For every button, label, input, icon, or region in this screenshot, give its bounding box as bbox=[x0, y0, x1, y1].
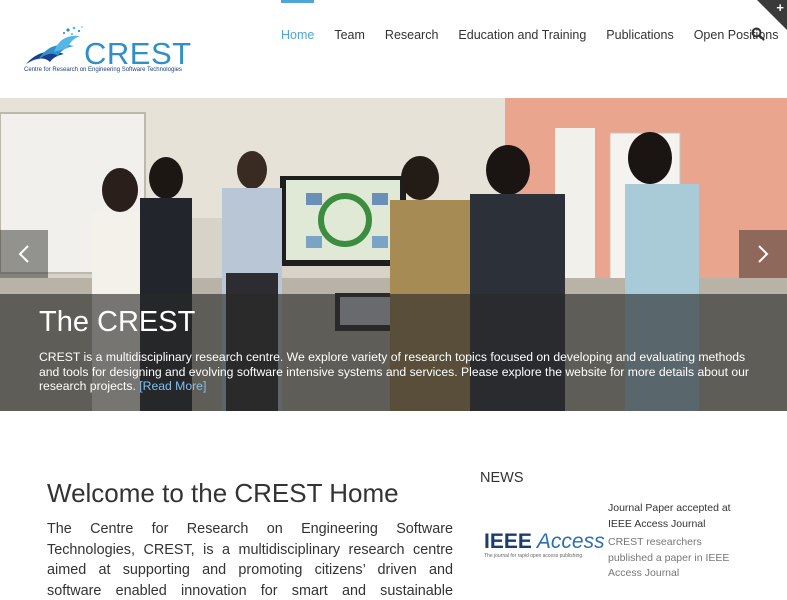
chevron-left-icon bbox=[18, 245, 29, 263]
ieee-access-brand: IEEE bbox=[484, 530, 532, 553]
slider-next-button[interactable] bbox=[739, 230, 787, 278]
slide-text: CREST is a multidisciplinary research ce… bbox=[39, 350, 751, 394]
hero-slider: The CREST CREST is a multidisciplinary r… bbox=[0, 98, 787, 411]
nav-item-publications[interactable]: Publications bbox=[606, 0, 673, 70]
ieee-access-tagline: The journal for rapid open access publis… bbox=[484, 553, 583, 559]
main-nav: Home Team Research Education and Trainin… bbox=[270, 0, 778, 70]
nav-item-research[interactable]: Research bbox=[385, 0, 439, 70]
page-title: Welcome to the CREST Home bbox=[47, 478, 399, 508]
chevron-right-icon bbox=[758, 245, 769, 263]
ieee-access-logo: IEEE Access bbox=[484, 530, 605, 554]
logo-tagline: Centre for Research on Engineering Softw… bbox=[24, 67, 182, 73]
news-thumbnail[interactable]: IEEE Access The journal for rapid open a… bbox=[480, 506, 605, 584]
news-heading: NEWS bbox=[480, 470, 524, 486]
nav-item-team[interactable]: Team bbox=[334, 0, 365, 70]
slide-caption: The CREST CREST is a multidisciplinary r… bbox=[0, 294, 787, 411]
news-item-excerpt: CREST researchers published a paper in I… bbox=[608, 536, 730, 579]
slide-title: The CREST bbox=[39, 306, 196, 338]
nav-item-education-and-training[interactable]: Education and Training bbox=[458, 0, 586, 70]
ieee-access-name: Access bbox=[536, 530, 605, 553]
plus-icon: + bbox=[776, 0, 784, 15]
site-header: CREST Centre for Research on Engineering… bbox=[0, 0, 787, 98]
slider-prev-button[interactable] bbox=[0, 230, 48, 278]
welcome-text: The Centre for Research on Engineering S… bbox=[47, 521, 453, 599]
read-more-link[interactable]: [Read More] bbox=[139, 379, 206, 393]
nav-item-home[interactable]: Home bbox=[281, 0, 315, 70]
crest-logo[interactable]: CREST Centre for Research on Engineering… bbox=[24, 24, 191, 76]
news-item-title[interactable]: Journal Paper accepted at IEEE Access Jo… bbox=[608, 501, 748, 532]
